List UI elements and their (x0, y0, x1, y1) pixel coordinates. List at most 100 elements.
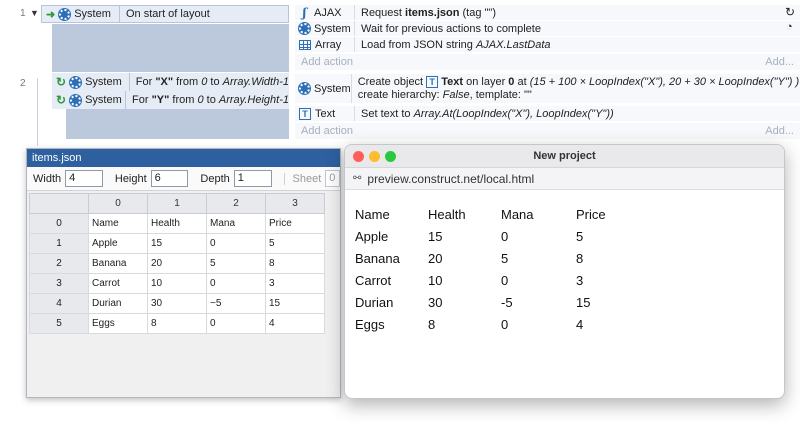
action-object-label: AJAX (314, 6, 342, 19)
condition-object: ↻ System (52, 73, 130, 91)
condition-for-x[interactable]: ↻ System For "X" from 0 to Array.Width-1 (52, 73, 289, 91)
url-text: preview.construct.net/local.html (367, 171, 535, 186)
grid-row: 2 Banana 20 5 8 (29, 253, 325, 274)
grid-cell[interactable]: Mana (206, 213, 266, 234)
action-object: System (295, 21, 355, 36)
grid-cell[interactable]: Carrot (88, 273, 148, 294)
row-header[interactable]: 3 (29, 273, 89, 294)
add-action-link[interactable]: Add action Add... (295, 54, 800, 70)
grid-cell[interactable]: 3 (265, 273, 325, 294)
grid-cell[interactable]: 15 (147, 233, 207, 254)
text-object-icon: T (426, 76, 439, 88)
url-bar[interactable]: ⚯ preview.construct.net/local.html (345, 168, 784, 190)
row-header[interactable]: 2 (29, 253, 89, 274)
grid-corner (29, 193, 89, 214)
row-header[interactable]: 4 (29, 293, 89, 314)
preview-text-object: 8 (428, 317, 436, 332)
preview-text-object: 5 (501, 251, 509, 266)
action-wait[interactable]: System Wait for previous actions to comp… (295, 21, 800, 37)
preview-text-object: 30 (428, 295, 443, 310)
row-header[interactable]: 1 (29, 233, 89, 254)
grid-cell[interactable]: Name (88, 213, 148, 234)
grid-cell[interactable]: 0 (206, 233, 266, 254)
preview-text-object: 4 (576, 317, 584, 332)
action-text-bold: Text (441, 76, 464, 88)
grid-cell[interactable]: −5 (206, 293, 266, 314)
site-settings-icon[interactable]: ⚯ (353, 173, 361, 184)
grid-cell[interactable]: 15 (265, 293, 325, 314)
action-array-load[interactable]: Array Load from JSON string AJAX.LastDat… (295, 37, 800, 53)
refresh-icon[interactable]: ↻ (785, 5, 795, 19)
preview-text-object: 5 (576, 229, 584, 244)
grid-row: 0 Name Health Mana Price (29, 213, 325, 234)
depth-input[interactable]: 1 (233, 170, 272, 187)
wait-clock-icon: ◔ (786, 21, 793, 33)
action-object-label: Array (315, 38, 342, 51)
action-text: Set text to Array.At(LoopIndex("X"), Loo… (355, 108, 614, 120)
grid-cell[interactable]: Apple (88, 233, 148, 254)
preview-text-object: 3 (576, 273, 584, 288)
grid-cell[interactable]: Eggs (88, 313, 148, 334)
condition-block-background (66, 109, 289, 139)
condition-object-label: System (85, 76, 122, 88)
add-short-label: Add... (765, 125, 794, 137)
grid-cell[interactable]: Health (147, 213, 207, 234)
height-input[interactable]: 6 (150, 170, 189, 187)
grid-row: 3 Carrot 10 0 3 (29, 273, 325, 294)
preview-text-object: 0 (501, 317, 509, 332)
condition-text-part: from (169, 94, 198, 106)
condition-on-start-of-layout[interactable]: ➜ System On start of layout (41, 5, 289, 23)
preview-text-object: -5 (501, 295, 513, 310)
column-header[interactable]: 0 (88, 193, 148, 214)
column-header[interactable]: 1 (147, 193, 207, 214)
collapse-toggle-icon[interactable]: ▼ (30, 8, 39, 18)
grid-cell[interactable]: 20 (147, 253, 207, 274)
sheet-input[interactable]: 0 (325, 170, 341, 187)
action-ajax-request[interactable]: ʃ AJAX Request items.json (tag "") (295, 5, 800, 21)
add-action-link[interactable]: Add action Add... (295, 123, 800, 139)
array-editor-title[interactable]: items.json (27, 149, 340, 167)
condition-text-bold: "Y" (151, 94, 170, 106)
action-text-italic: False (442, 89, 470, 101)
action-create-object[interactable]: System Create object T Text on layer 0 a… (295, 74, 800, 104)
action-text-line: create hierarchy: False, template: "" (358, 89, 800, 102)
grid-cell[interactable]: Banana (88, 253, 148, 274)
action-set-text[interactable]: T Text Set text to Array.At(LoopIndex("X… (295, 106, 800, 122)
add-short-label: Add... (765, 56, 794, 68)
grid-cell[interactable]: 8 (147, 313, 207, 334)
grid-cell[interactable]: Durian (88, 293, 148, 314)
condition-text-italic: Array.Width-1 (222, 76, 289, 88)
grid-cell[interactable]: 8 (265, 253, 325, 274)
grid-cell[interactable]: 0 (206, 273, 266, 294)
action-text: Load from JSON string AJAX.LastData (355, 39, 551, 51)
array-editor-window: items.json Width 4 Height 6 Depth 1 Shee… (26, 148, 341, 398)
preview-browser-window: New project ⚯ preview.construct.net/loca… (344, 144, 785, 399)
grid-cell[interactable]: 5 (265, 233, 325, 254)
width-input[interactable]: 4 (65, 170, 103, 187)
grid-cell[interactable]: 4 (265, 313, 325, 334)
grid-cell[interactable]: Price (265, 213, 325, 234)
grid-cell[interactable]: 0 (206, 313, 266, 334)
grid-cell[interactable]: 5 (206, 253, 266, 274)
condition-text-part: to (207, 76, 223, 88)
condition-for-y[interactable]: ↻ System For "Y" from 0 to Array.Height-… (52, 91, 289, 109)
condition-text-part: For (132, 94, 152, 106)
condition-object-label: System (85, 94, 122, 106)
condition-text-part: to (203, 94, 219, 106)
preview-text-object: 8 (576, 251, 584, 266)
trigger-arrow-icon: ➜ (46, 8, 56, 21)
row-header[interactable]: 5 (29, 313, 89, 334)
condition-text: On start of layout (126, 8, 210, 20)
grid-cell[interactable]: 30 (147, 293, 207, 314)
row-header[interactable]: 0 (29, 213, 89, 234)
loop-icon: ↻ (56, 75, 67, 89)
grid-cell[interactable]: 10 (147, 273, 207, 294)
column-header[interactable]: 3 (265, 193, 325, 214)
condition-text: For "Y" from 0 to Array.Height-1 (126, 94, 289, 106)
action-text-prefix: Load from JSON string (361, 38, 476, 51)
action-object: Array (295, 37, 355, 52)
action-text-part: create hierarchy: (357, 89, 443, 101)
preview-text-object: Banana (355, 251, 400, 266)
column-header[interactable]: 2 (206, 193, 266, 214)
system-gear-icon (59, 8, 71, 20)
